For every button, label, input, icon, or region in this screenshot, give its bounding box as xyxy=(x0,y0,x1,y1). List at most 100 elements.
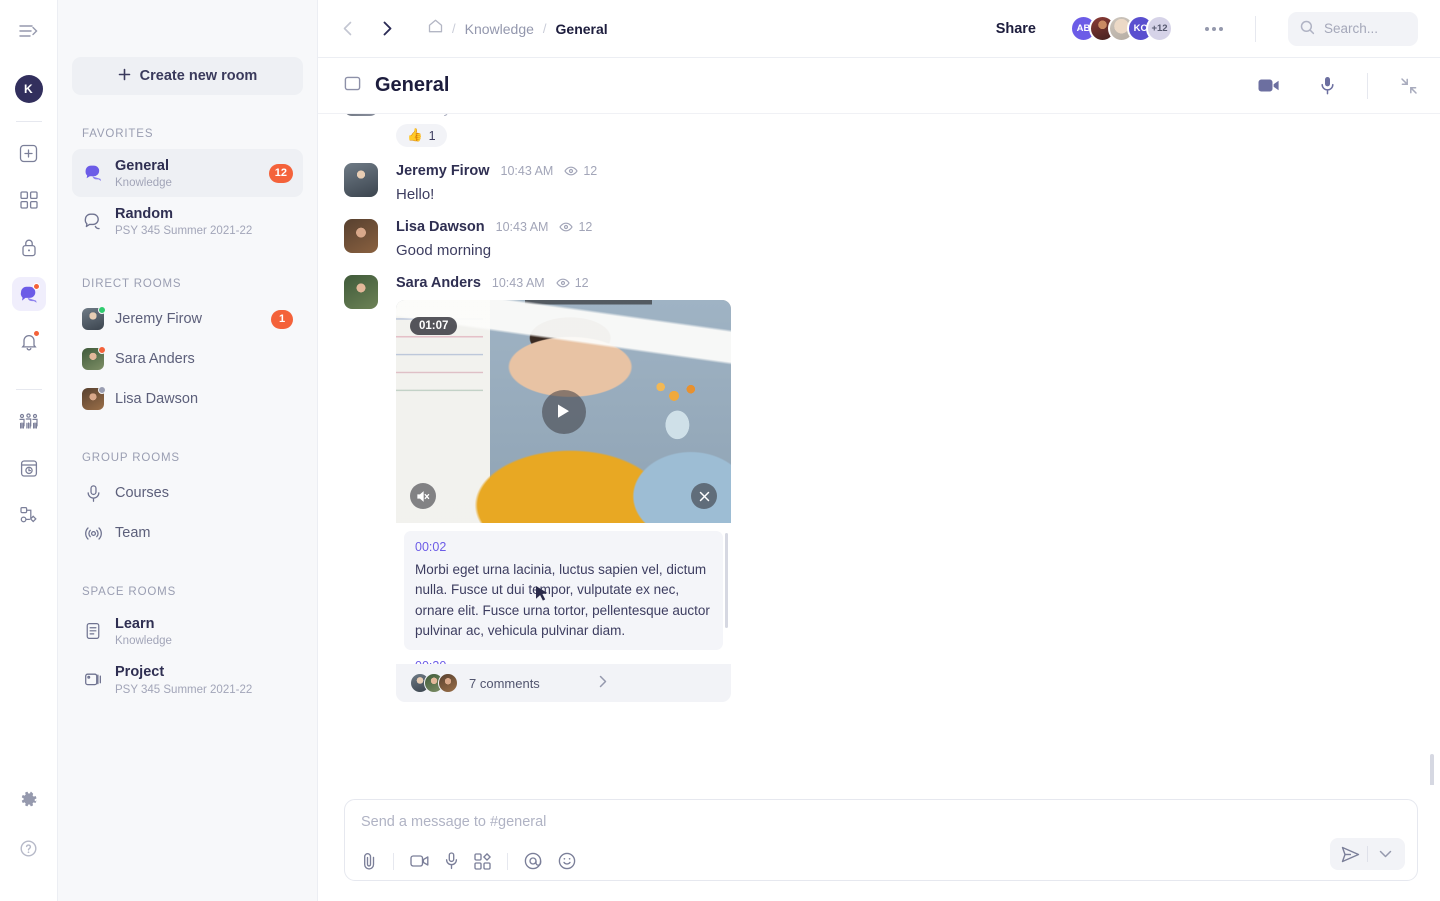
forward-button[interactable] xyxy=(374,16,400,42)
breadcrumb-knowledge[interactable]: Knowledge xyxy=(465,21,534,37)
message-body: Lisa Dawson 10:43 AM 12 Good morning xyxy=(396,219,1414,259)
view-count-value: 12 xyxy=(578,220,593,234)
sidebar-item-label: Lisa Dawson xyxy=(115,391,199,408)
message-body: Hi everyone! 👍 1 xyxy=(396,114,1414,147)
chat-icon[interactable] xyxy=(11,277,46,311)
comments-bar[interactable]: 7 comments xyxy=(396,664,731,702)
status-indicator xyxy=(98,386,106,395)
message-composer[interactable]: Send a message to #general xyxy=(344,799,1418,881)
sidebar-item-label: Sara Anders xyxy=(115,351,195,368)
chevron-down-icon[interactable] xyxy=(1371,840,1399,868)
member-avatar-stack[interactable]: AB KC +12 xyxy=(1070,15,1173,42)
sidebar-item-sara-anders[interactable]: Sara Anders xyxy=(72,339,303,379)
breadcrumb-general[interactable]: General xyxy=(556,21,608,37)
sidebar-item-subtitle: PSY 345 Summer 2021-22 xyxy=(115,225,253,238)
transcript-time: 00:30 xyxy=(415,659,712,664)
transcript-scrollbar[interactable] xyxy=(725,533,728,628)
sidebar-item-label: Project xyxy=(115,664,165,681)
video-icon[interactable] xyxy=(410,854,429,868)
emoji-icon[interactable] xyxy=(558,852,576,870)
unread-badge: 12 xyxy=(268,163,293,183)
apps-grid-icon[interactable] xyxy=(474,852,491,870)
sidebar-item-text: Project PSY 345 Summer 2021-22 xyxy=(115,663,293,695)
breadcrumb: / Knowledge / General xyxy=(428,19,608,38)
create-new-room-button[interactable]: Create new room xyxy=(72,57,303,95)
mic-icon xyxy=(82,484,104,503)
avatar[interactable] xyxy=(344,219,378,253)
play-icon[interactable] xyxy=(541,389,586,434)
message-time: 10:43 AM xyxy=(495,220,549,234)
sidebar-item-lisa-dawson[interactable]: Lisa Dawson xyxy=(72,379,303,419)
sidebar-item-learn[interactable]: Learn Knowledge xyxy=(72,607,303,655)
avatar[interactable] xyxy=(344,163,378,197)
avatar[interactable]: K xyxy=(14,75,43,103)
sidebar-item-team[interactable]: Team xyxy=(72,513,303,553)
plus-box-icon[interactable] xyxy=(12,136,46,170)
lock-icon[interactable] xyxy=(12,230,46,264)
back-button[interactable] xyxy=(334,16,360,42)
sidebar-item-label: Courses xyxy=(115,485,169,502)
share-button[interactable]: Share xyxy=(996,21,1036,37)
message-input-placeholder[interactable]: Send a message to #general xyxy=(361,814,1401,830)
sidebar-item-text: Team xyxy=(115,524,293,542)
divider xyxy=(1255,15,1256,42)
breadcrumb-separator: / xyxy=(452,21,456,36)
page-title: General xyxy=(375,74,450,96)
room-square-icon xyxy=(344,75,361,97)
mute-icon[interactable] xyxy=(410,483,436,509)
microphone-icon[interactable] xyxy=(445,852,458,870)
reaction-chip[interactable]: 👍 1 xyxy=(396,124,447,147)
main-scrollbar[interactable] xyxy=(1430,754,1434,785)
top-bar: / Knowledge / General Share AB KC +12 Sear… xyxy=(318,0,1440,58)
sidebar-item-general[interactable]: General Knowledge 12 xyxy=(72,149,303,198)
close-icon[interactable] xyxy=(691,483,717,509)
view-count: 12 xyxy=(559,220,592,234)
sidebar-item-label: Random xyxy=(115,206,173,223)
composer-toolbar xyxy=(361,852,1401,870)
board-icon xyxy=(82,670,104,689)
microphone-icon[interactable] xyxy=(1320,76,1335,95)
message-body: Jeremy Firow 10:43 AM 12 Hello! xyxy=(396,163,1414,203)
video-thumbnail[interactable]: 01:07 xyxy=(396,300,731,523)
status-indicator xyxy=(98,346,106,355)
help-icon[interactable] xyxy=(12,831,46,865)
search-input[interactable]: Search... xyxy=(1288,11,1418,46)
transcript-item[interactable]: 00:02 Morbi eget urna lacinia, luctus sa… xyxy=(404,531,723,650)
home-icon[interactable] xyxy=(428,19,443,38)
sidebar-item-random[interactable]: Random PSY 345 Summer 2021-22 xyxy=(72,197,303,245)
flow-icon[interactable] xyxy=(12,498,46,532)
sidebar-item-jeremy-firow[interactable]: Jeremy Firow 1 xyxy=(72,299,303,339)
send-icon[interactable] xyxy=(1336,840,1364,868)
comment-avatar-stack xyxy=(410,673,458,693)
message-author: Jeremy Firow xyxy=(396,163,490,179)
people-icon[interactable] xyxy=(12,404,46,438)
video-message-card: 01:07 00:02 Morbi eget urna lacinia, luc… xyxy=(396,300,731,702)
more-horizontal-icon[interactable] xyxy=(1205,26,1223,31)
sidebar-item-project[interactable]: Project PSY 345 Summer 2021-22 xyxy=(72,655,303,703)
avatar-overflow-count: +12 xyxy=(1146,15,1173,42)
gear-icon[interactable] xyxy=(12,783,46,817)
avatar xyxy=(438,673,458,693)
sidebar-item-text: Sara Anders xyxy=(115,350,293,368)
create-new-room-label: Create new room xyxy=(139,68,258,84)
view-count: 12 xyxy=(564,164,597,178)
chat-header: General xyxy=(318,58,1440,114)
video-camera-icon[interactable] xyxy=(1258,78,1280,93)
grid-icon[interactable] xyxy=(12,183,46,217)
avatar[interactable] xyxy=(344,275,378,309)
clock-box-icon[interactable] xyxy=(12,451,46,485)
chevron-right-icon[interactable] xyxy=(599,675,718,691)
transcript-item[interactable]: 00:30 Vestibulum efficitur pretium urna … xyxy=(404,650,723,664)
attachment-icon[interactable] xyxy=(361,852,377,870)
video-transcript[interactable]: 00:02 Morbi eget urna lacinia, luctus sa… xyxy=(396,523,731,664)
message-list[interactable]: Hi everyone! 👍 1 Jeremy Firow 10:43 AM xyxy=(318,114,1440,785)
bell-icon[interactable] xyxy=(12,324,46,358)
mention-icon[interactable] xyxy=(524,852,542,870)
hamburger-expand-icon[interactable] xyxy=(14,16,44,46)
sidebar-item-courses[interactable]: Courses xyxy=(72,473,303,513)
view-count-value: 12 xyxy=(583,164,598,178)
sidebar-section-title: FAVORITES xyxy=(82,128,154,140)
collapse-arrows-icon[interactable] xyxy=(1400,77,1418,95)
reaction-count: 1 xyxy=(428,128,436,143)
badge-dot xyxy=(32,330,40,337)
